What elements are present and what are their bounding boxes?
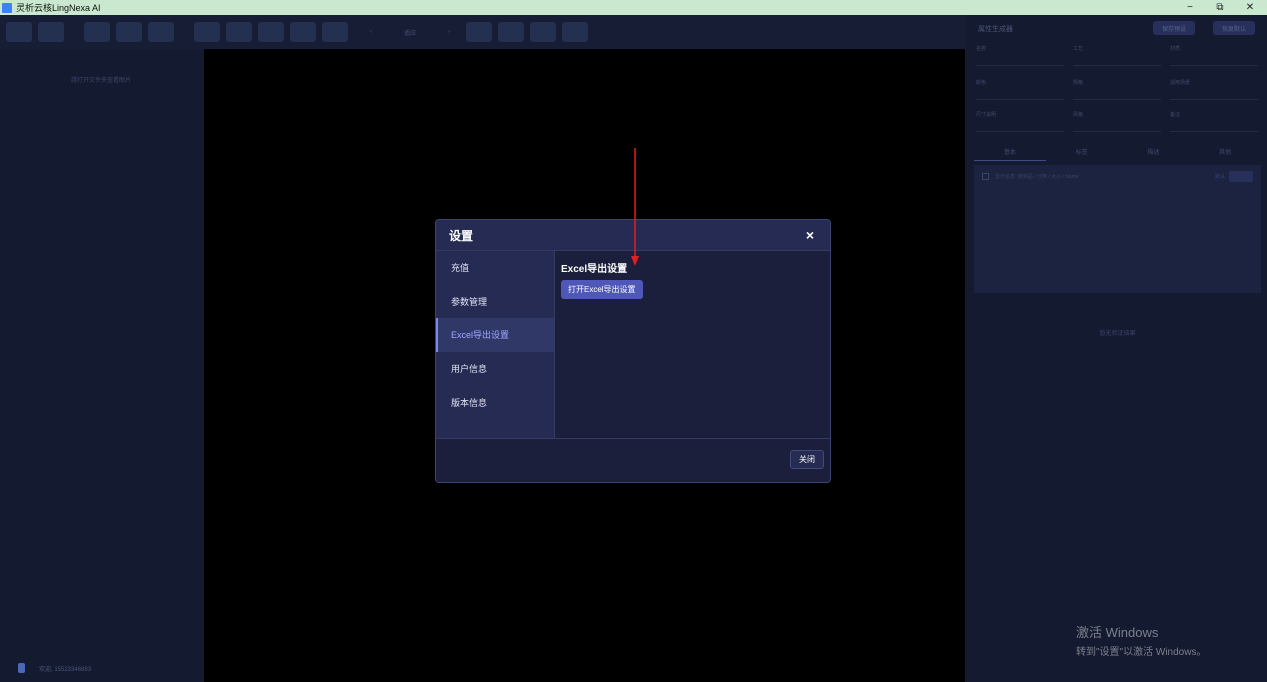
tab-tags[interactable]: 标签 <box>1046 147 1118 161</box>
minimize-icon[interactable]: − <box>1175 0 1205 15</box>
watermark-subtitle: 转到"设置"以激活 Windows。 <box>1076 647 1207 658</box>
open-excel-export-settings-button[interactable]: 打开Excel导出设置 <box>561 280 643 299</box>
folder-hint: 請打开文件夹查看图片 <box>70 78 131 84</box>
tab-basic[interactable]: 基本 <box>974 147 1046 161</box>
restore-icon[interactable]: ⧉ <box>1205 0 1235 15</box>
form-field[interactable]: 备注 <box>1170 111 1258 132</box>
tab-other[interactable]: 其他 <box>1189 147 1261 161</box>
settings-icon[interactable] <box>6 22 32 42</box>
document-icon[interactable] <box>530 22 557 42</box>
form-field[interactable]: 名称 <box>976 45 1064 66</box>
zoom-out-icon[interactable] <box>290 22 316 42</box>
default-tag[interactable]: 默认 <box>1215 173 1225 180</box>
columns-icon[interactable] <box>498 22 525 42</box>
form-field[interactable]: 尺寸说明 <box>976 111 1064 132</box>
close-button[interactable]: 关闭 <box>790 450 824 469</box>
user-icon <box>18 663 25 673</box>
zoom-text: 适应 <box>404 30 417 37</box>
window-titlebar: 灵析云核LingNexa AI − ⧉ ✕ <box>0 0 1267 15</box>
save-icon[interactable] <box>148 22 174 42</box>
rotate-icon[interactable] <box>322 22 348 42</box>
settings-content: Excel导出设置 打开Excel导出设置 <box>555 251 830 438</box>
windows-activation-watermark: 激活 Windows 转到"设置"以激活 Windows。 <box>1076 622 1206 658</box>
annotation-arrow-icon <box>631 148 639 266</box>
checkbox[interactable] <box>982 173 989 180</box>
user-footer: 欢迎, 15523346883 <box>0 654 202 682</box>
nav-item-recharge[interactable]: 充值 <box>436 251 554 285</box>
save-preset-button[interactable]: 保存预设 <box>1153 21 1195 35</box>
user-footer-text: 欢迎, 15523346883 <box>39 666 92 673</box>
right-panel-header: 属性生成器 保存预设 恢复默认 <box>968 15 1267 43</box>
main-toolbar: ‹ 适应 › <box>0 15 966 49</box>
form-field[interactable]: 工艺 <box>1073 45 1161 66</box>
split-icon[interactable] <box>466 22 493 42</box>
form-field[interactable]: 风格 <box>1073 111 1161 132</box>
nav-item-excel-export[interactable]: Excel导出设置 <box>436 318 554 352</box>
left-panel: 請打开文件夹查看图片 欢迎, 15523346883 <box>0 49 202 682</box>
empty-result-hint: 暂无验证结果 <box>1099 331 1136 337</box>
form-field[interactable]: 适用场景 <box>1170 79 1258 100</box>
grid-icon[interactable] <box>194 22 220 42</box>
refresh-icon[interactable] <box>38 22 64 42</box>
nav-item-version-info[interactable]: 版本信息 <box>436 385 554 419</box>
dialog-title: 设置 <box>449 228 474 243</box>
watermark-title: 激活 Windows <box>1076 625 1159 640</box>
settings-nav: 充值 参数管理 Excel导出设置 用户信息 版本信息 <box>436 251 555 438</box>
list-item: 显示信息: 按商品 / 分类 / 大小 / Name 默认 <box>974 165 1261 188</box>
nav-item-parameter-management[interactable]: 参数管理 <box>436 285 554 319</box>
layout-icon[interactable] <box>226 22 252 42</box>
list-item-text: 显示信息: 按商品 / 分类 / 大小 / Name <box>995 174 1079 180</box>
zoom-in-icon[interactable] <box>258 22 284 42</box>
form-field[interactable]: 规格 <box>1073 79 1161 100</box>
folder-icon[interactable] <box>116 22 142 42</box>
reset-default-button[interactable]: 恢复默认 <box>1213 21 1255 35</box>
apply-button[interactable] <box>1229 171 1253 182</box>
tab-description[interactable]: 描述 <box>1118 147 1190 161</box>
dialog-footer: 关闭 <box>436 438 830 482</box>
app-icon <box>2 2 12 13</box>
close-window-icon[interactable]: ✕ <box>1235 0 1265 15</box>
open-folder-icon[interactable] <box>84 22 110 42</box>
next-icon[interactable]: › <box>448 29 450 35</box>
close-icon[interactable]: × <box>806 228 814 242</box>
form-field[interactable]: 材质 <box>1170 45 1258 66</box>
form-field[interactable]: 颜色 <box>976 79 1064 100</box>
window-title: 灵析云核LingNexa AI <box>16 3 101 13</box>
right-panel-tabs: 基本 标签 描述 其他 <box>974 147 1261 161</box>
nav-item-user-info[interactable]: 用户信息 <box>436 352 554 386</box>
section-title: Excel导出设置 <box>561 264 628 275</box>
right-panel-title: 属性生成器 <box>978 26 1013 33</box>
prev-icon[interactable]: ‹ <box>370 29 372 35</box>
display-list: 显示信息: 按商品 / 分类 / 大小 / Name 默认 <box>974 165 1261 293</box>
right-panel: 属性生成器 保存预设 恢复默认 名称 工艺 材质 颜色 规格 适用场景 尺寸说明… <box>968 15 1267 682</box>
fullscreen-icon[interactable] <box>562 22 589 42</box>
